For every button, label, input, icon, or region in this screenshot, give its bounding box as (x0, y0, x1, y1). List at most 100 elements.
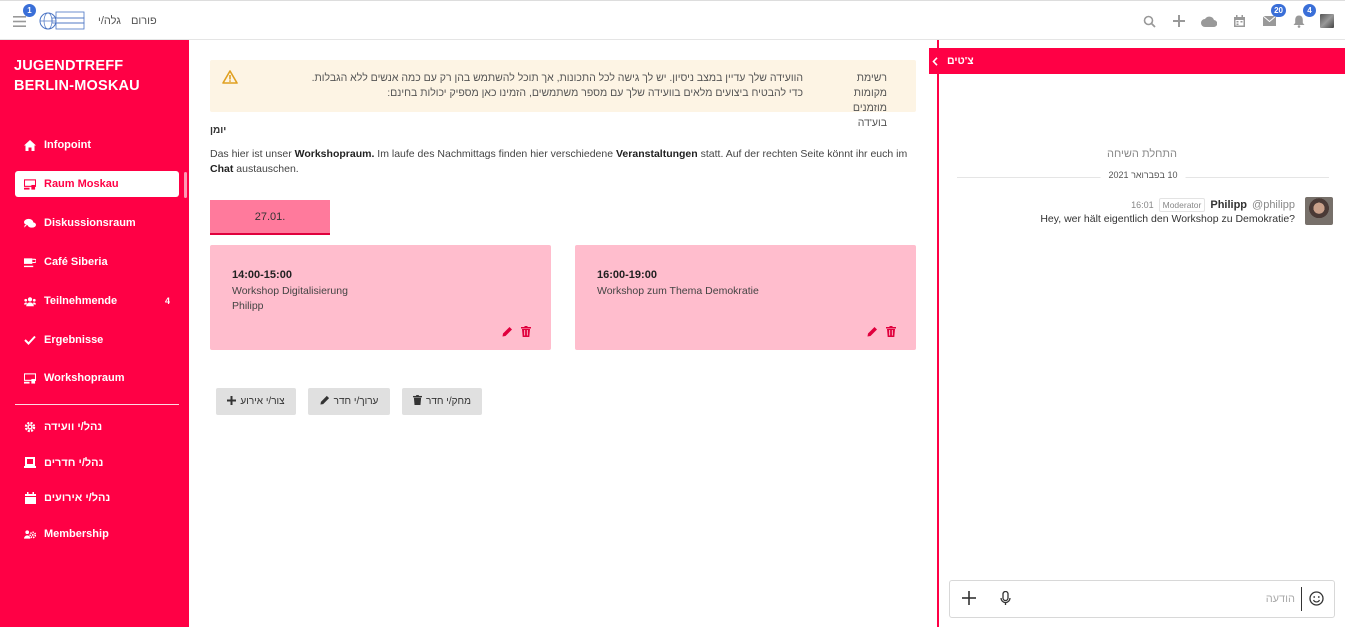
menu-icon[interactable]: 1 (10, 4, 36, 30)
desc-text: austauschen. (233, 163, 299, 175)
sidebar-scroll-indicator[interactable] (184, 172, 187, 198)
sidebar-item-teilnehmende[interactable]: Teilnehmende 4 (15, 288, 179, 314)
pencil-icon (320, 395, 330, 408)
message-time: 16:01 (1131, 200, 1154, 210)
desc-text: Im laufe des Nachmittags finden hier ver… (374, 148, 616, 160)
sidebar-item-manage-rooms[interactable]: נהל/י חדרים (15, 450, 179, 476)
sidebar-item-manage-conference[interactable]: נהל/י וועידה (15, 414, 179, 440)
logo[interactable] (38, 8, 86, 34)
sidebar-item-diskussionsraum[interactable]: Diskussionsraum (15, 210, 179, 236)
edit-room-button[interactable]: ערוך/י חדר (308, 388, 390, 415)
add-attachment-icon[interactable] (962, 591, 976, 610)
chat-header[interactable]: צ'טים (929, 48, 1345, 74)
plus-icon (227, 395, 237, 408)
event-card[interactable]: 16:00-19:00 Workshop zum Thema Demokrati… (575, 245, 916, 350)
sidebar-item-ergebnisse[interactable]: Ergebnisse (15, 327, 179, 353)
delete-room-button[interactable]: מחק/י חדר (402, 388, 482, 415)
edit-event-icon[interactable] (867, 324, 878, 342)
top-bar-right: 20 4 (1140, 1, 1334, 41)
sidebar-item-label: Workshopraum (44, 372, 125, 384)
event-time: 14:00-15:00 (232, 269, 292, 281)
sidebar-item-workshopraum[interactable]: Workshopraum (15, 365, 179, 391)
sidebar-item-label: Infopoint (44, 139, 92, 151)
main-content: הוועידה שלך עדיין במצב ניסיון. יש לך גיש… (189, 40, 938, 627)
sidebar-item-raum-moskau[interactable]: Raum Moskau (15, 171, 179, 197)
microphone-icon[interactable] (1000, 590, 1011, 611)
warning-link[interactable]: רשימת מקומות מוזמנים בוע'דה (823, 71, 887, 131)
sidebar: JUGENDTREFF BERLIN-MOSKAU Infopoint Raum… (0, 40, 189, 627)
sidebar-item-label: Café Siberia (44, 256, 108, 268)
desc-bold: Chat (210, 163, 234, 175)
desc-bold: Veranstaltungen (616, 148, 698, 160)
emoji-icon[interactable] (1309, 591, 1324, 611)
top-bar: 1 גלה/י פורום 20 4 (0, 0, 1345, 40)
create-event-button[interactable]: צור/י אירוע (216, 388, 296, 415)
top-link-discover[interactable]: גלה/י (98, 15, 121, 27)
bell-icon[interactable]: 4 (1290, 4, 1316, 30)
conference-title: JUGENDTREFF BERLIN-MOSKAU (14, 58, 140, 94)
chat-title: צ'טים (947, 55, 974, 67)
sidebar-item-label: Teilnehmende (44, 295, 118, 307)
chat-start-label: התחלת השיחה (1107, 148, 1177, 160)
sidebar-item-label: Ergebnisse (44, 334, 104, 346)
participants-count: 4 (164, 296, 170, 306)
plus-icon[interactable] (1170, 12, 1188, 30)
cloud-icon[interactable] (1200, 12, 1218, 30)
role-badge: Moderator (1158, 198, 1206, 212)
users-icon (24, 295, 36, 307)
edit-event-icon[interactable] (502, 324, 513, 342)
gear-icon (24, 421, 36, 433)
door-icon (24, 457, 36, 469)
sidebar-item-cafe-siberia[interactable]: Café Siberia (15, 249, 179, 275)
chat-date-separator: 10 בפברואר 2021 (957, 170, 1329, 184)
coffee-icon (24, 256, 36, 268)
sidebar-item-manage-events[interactable]: נהל/י אירועים (15, 485, 179, 511)
button-label: ערוך/י חדר (333, 396, 379, 407)
sidebar-item-membership[interactable]: Membership (15, 521, 179, 547)
room-icon (24, 372, 36, 384)
chevron-left-icon[interactable] (929, 48, 941, 74)
day-tab[interactable]: 27.01. (210, 200, 330, 235)
event-title: Workshop zum Thema Demokratie (597, 285, 759, 297)
mail-icon[interactable]: 20 (1260, 4, 1286, 30)
chat-panel: צ'טים התחלת השיחה 10 בפברואר 2021 16:01 … (929, 40, 1345, 627)
event-time: 16:00-19:00 (597, 269, 657, 281)
calendar-label: יומן (210, 125, 227, 136)
menu-badge: 1 (23, 4, 36, 17)
avatar[interactable] (1305, 197, 1333, 225)
people-gear-icon (24, 528, 36, 540)
calendar-icon[interactable] (1230, 12, 1248, 30)
home-icon (24, 139, 36, 151)
sidebar-item-label: נהל/י אירועים (44, 492, 111, 504)
comments-icon (24, 217, 36, 229)
warning-icon (222, 70, 238, 89)
notifications-badge: 4 (1303, 4, 1316, 17)
messages-badge: 20 (1271, 4, 1286, 17)
desc-bold: Workshopraum. (294, 148, 375, 160)
desc-text: Das hier ist unser (210, 148, 295, 160)
chat-composer (949, 580, 1335, 618)
room-icon (24, 178, 36, 190)
desc-text: statt. Auf der rechten Seite könnt ihr e… (697, 148, 908, 160)
delete-event-icon[interactable] (521, 324, 531, 342)
message-input[interactable] (1030, 587, 1302, 611)
user-avatar[interactable] (1320, 14, 1334, 28)
chat-date-label: 10 בפברואר 2021 (1100, 170, 1186, 180)
search-icon[interactable] (1140, 12, 1158, 30)
calendar-icon (24, 492, 36, 504)
sidebar-item-label: נהל/י וועידה (44, 421, 103, 433)
sidebar-divider (15, 404, 179, 405)
warning-text: הוועידה שלך עדיין במצב ניסיון. יש לך גיש… (311, 72, 803, 99)
check-icon (24, 334, 36, 346)
message-handle: @philipp (1252, 199, 1295, 211)
button-label: צור/י אירוע (240, 396, 285, 407)
sidebar-item-label: Membership (44, 528, 109, 540)
trash-icon (413, 395, 423, 408)
event-card[interactable]: 14:00-15:00 Workshop Digitalisierung Phi… (210, 245, 551, 350)
message-author[interactable]: Philipp (1210, 199, 1247, 211)
sidebar-item-infopoint[interactable]: Infopoint (15, 132, 179, 158)
top-bar-left: 1 גלה/י פורום (10, 1, 157, 41)
top-link-forum[interactable]: פורום (131, 15, 157, 27)
message-text: Hey, wer hält eigentlich den Workshop zu… (1040, 213, 1295, 225)
delete-event-icon[interactable] (886, 324, 896, 342)
